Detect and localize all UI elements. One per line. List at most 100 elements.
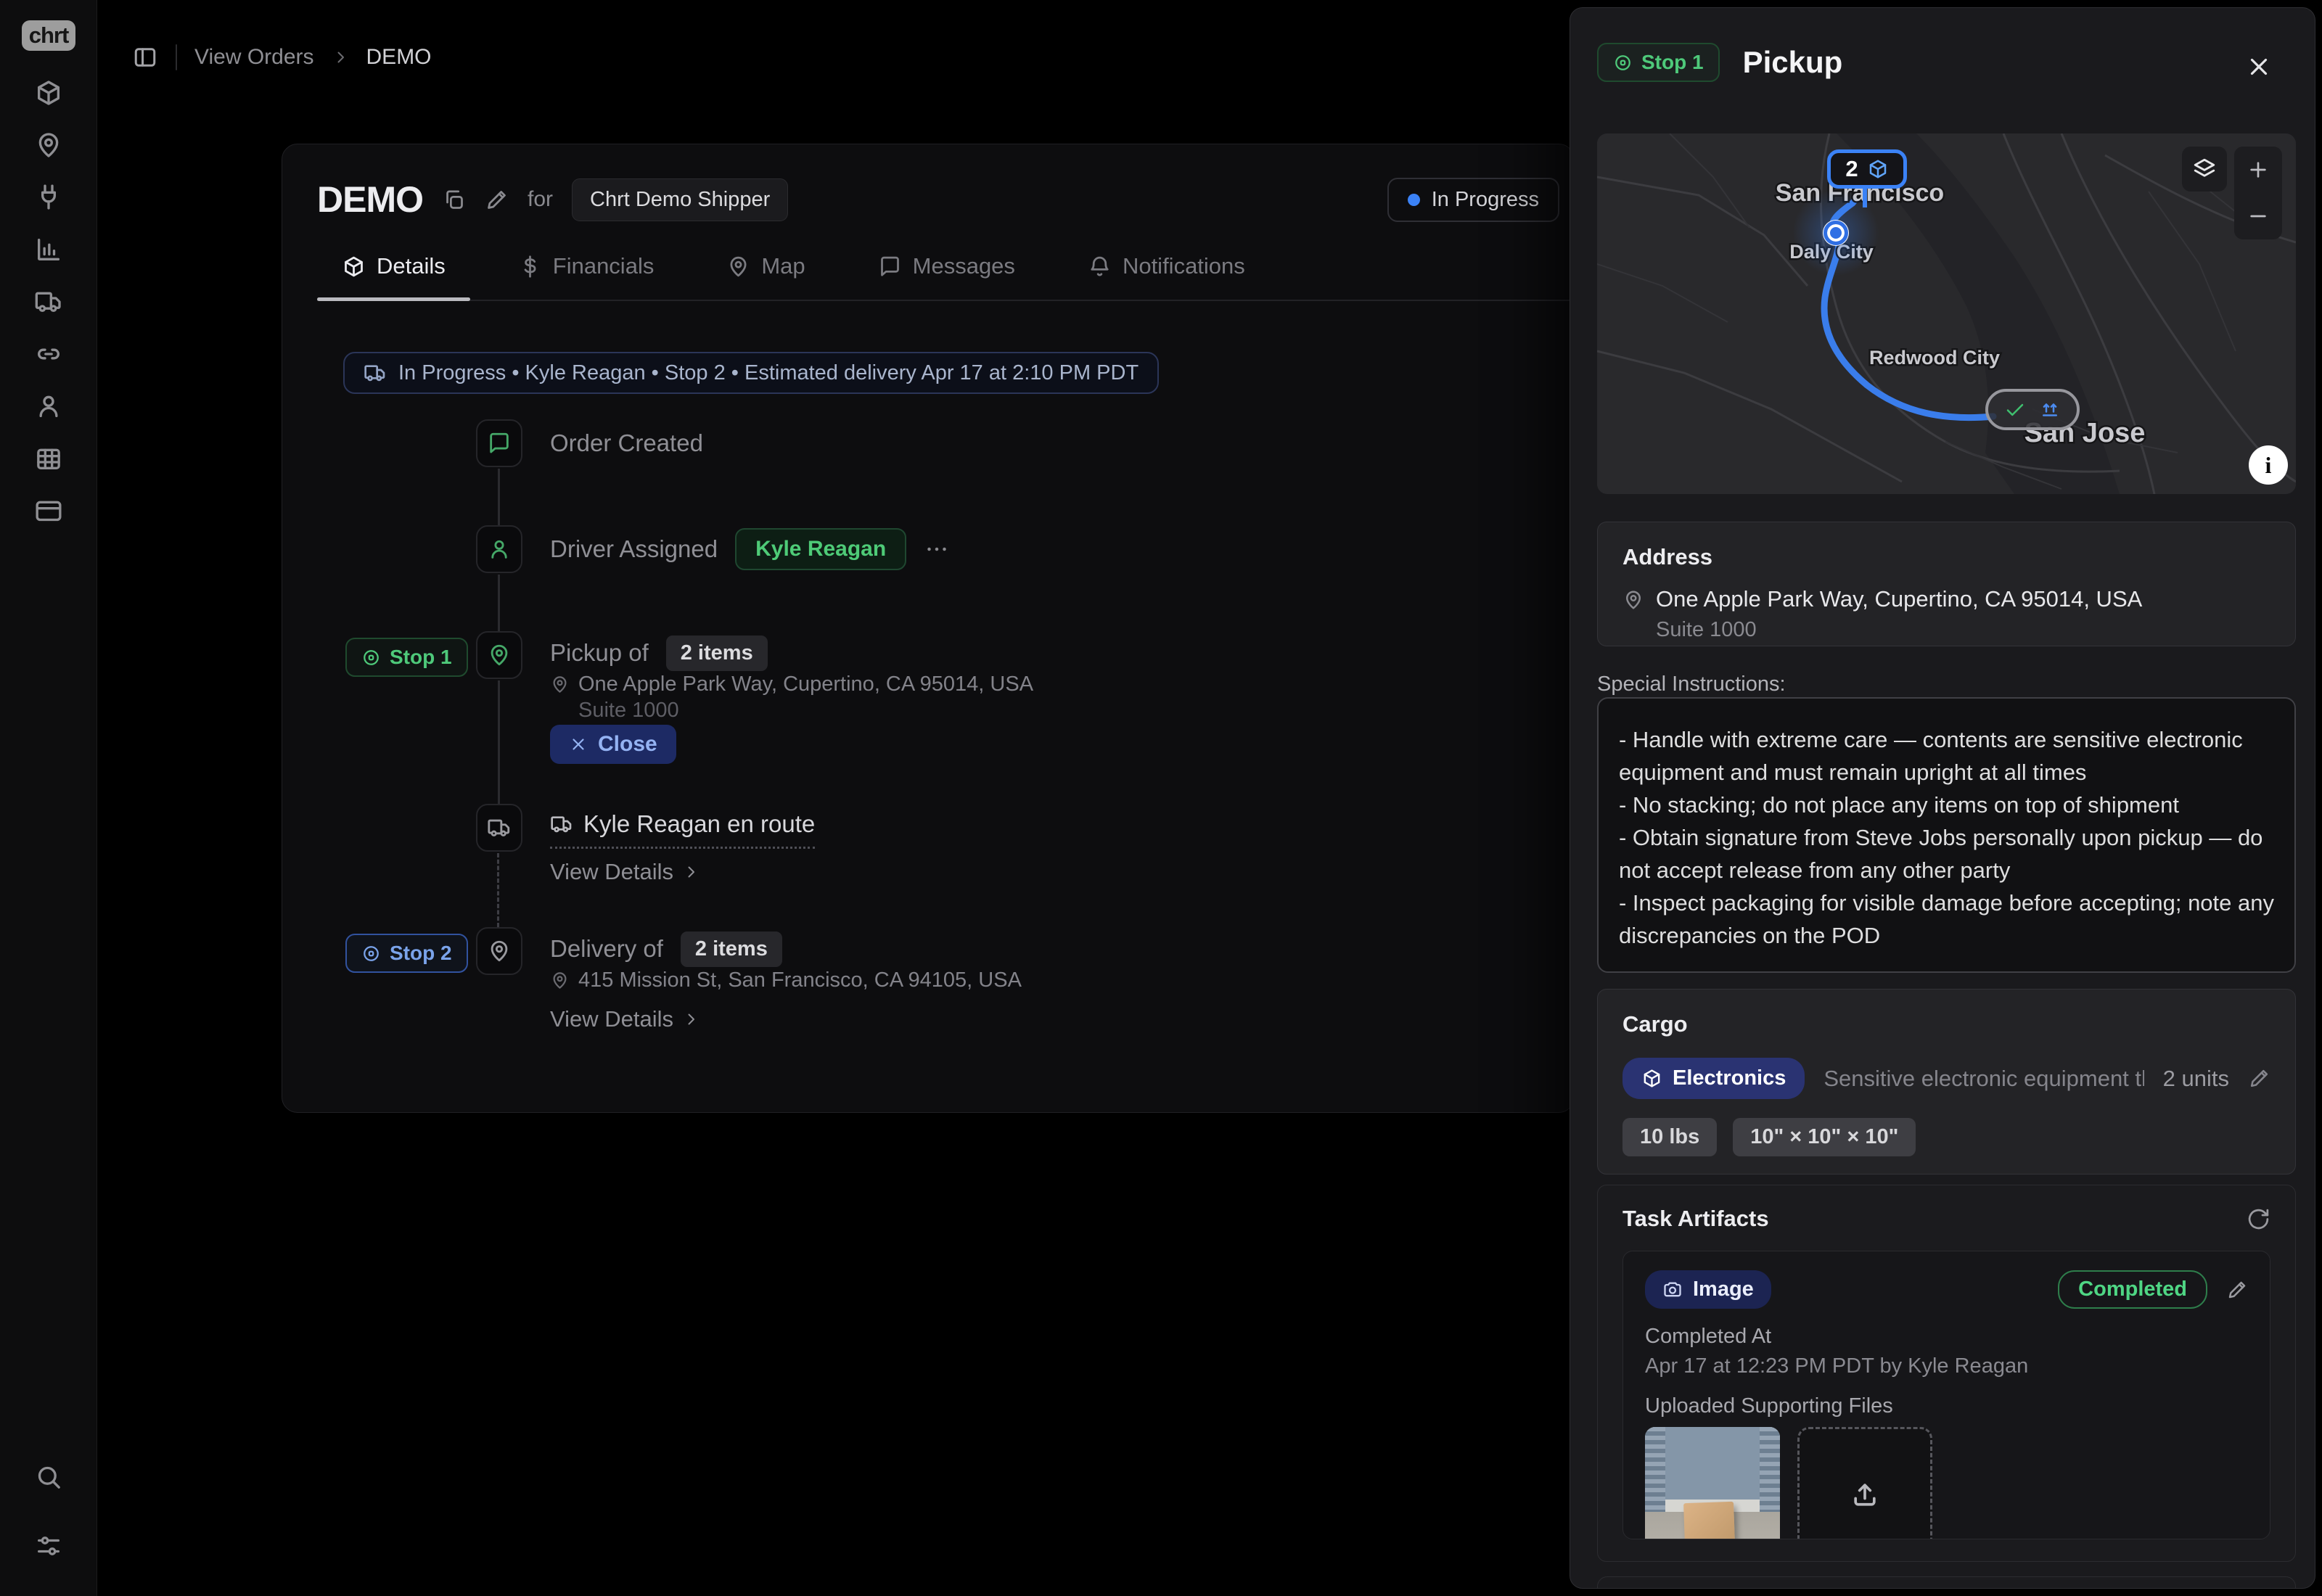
package-icon: [1641, 1068, 1662, 1089]
edit-pencil-icon[interactable]: [485, 188, 509, 212]
camera-icon: [1662, 1280, 1683, 1300]
address-card: Address One Apple Park Way, Cupertino, C…: [1597, 522, 2296, 646]
timeline-connector-dashed: [497, 853, 499, 927]
zoom-in-button[interactable]: [2234, 147, 2282, 193]
cargo-weight-badge: 10 lbs: [1622, 1118, 1717, 1156]
tab-map[interactable]: Map: [702, 253, 829, 300]
tab-notifications[interactable]: Notifications: [1063, 253, 1270, 300]
close-stop-button[interactable]: Close: [550, 725, 676, 764]
search-icon[interactable]: [34, 1463, 63, 1492]
event-label: Driver Assigned: [550, 535, 718, 563]
fleet-truck-icon[interactable]: [34, 287, 63, 316]
timeline-icon-order-created: [476, 419, 522, 467]
x-icon: [569, 735, 588, 754]
special-instructions-label: Special Instructions:: [1597, 672, 1786, 696]
chevron-right-icon: [682, 1011, 700, 1028]
map-pin-icon: [487, 643, 512, 667]
plus-icon: [2247, 158, 2270, 181]
edit-pencil-icon[interactable]: [2226, 1279, 2248, 1301]
order-summary-banner: In Progress • Kyle Reagan • Stop 2 • Est…: [343, 352, 1159, 394]
billing-card-icon[interactable]: [34, 496, 63, 525]
uploaded-photo-thumbnail[interactable]: [1645, 1427, 1780, 1539]
next-section-card: [1597, 1576, 2296, 1589]
map-pin-icon: [550, 971, 570, 990]
settings-sliders-icon[interactable]: [34, 1531, 63, 1560]
timeline-connector: [498, 575, 500, 631]
map-pin-icon: [1622, 589, 1644, 611]
stop-detail-drawer: Stop 1 Pickup S: [1570, 7, 2315, 1589]
tab-details[interactable]: Details: [317, 253, 470, 300]
truck-icon: [487, 815, 512, 840]
refresh-icon[interactable]: [2247, 1207, 2270, 1231]
cargo-units: 2 units: [2163, 1066, 2229, 1092]
cargo-dimensions-badge: 10" × 10" × 10": [1733, 1118, 1916, 1156]
view-details-link[interactable]: View Details: [550, 859, 700, 885]
timeline-icon-delivery: [476, 927, 522, 975]
event-label: Delivery of: [550, 935, 663, 963]
special-instructions-textarea[interactable]: - Handle with extreme care — contents ar…: [1597, 697, 2296, 973]
items-count-badge: 2 items: [681, 931, 782, 967]
links-icon[interactable]: [34, 340, 63, 369]
map-pin-icon: [487, 939, 512, 963]
map-info-button[interactable]: i: [2249, 445, 2288, 485]
map-layers-button[interactable]: [2182, 147, 2227, 192]
upload-file-dropzone[interactable]: [1797, 1427, 1932, 1539]
marker-count: 2: [1845, 156, 1858, 182]
integrations-plug-icon[interactable]: [34, 183, 63, 212]
view-details-link[interactable]: View Details: [550, 1006, 700, 1032]
target-icon: [361, 944, 381, 963]
cargo-description: Sensitive electronic equipment tha…: [1823, 1066, 2143, 1092]
minus-icon: [2247, 205, 2270, 228]
tab-messages[interactable]: Messages: [853, 253, 1040, 300]
target-icon: [1613, 53, 1633, 73]
cargo-title: Cargo: [1622, 1011, 2270, 1037]
tab-financials[interactable]: Financials: [493, 253, 679, 300]
orders-package-icon[interactable]: [34, 78, 63, 107]
task-artifacts-card: Task Artifacts Image Completed Completed…: [1597, 1185, 2296, 1562]
address-line1: One Apple Park Way, Cupertino, CA 95014,…: [1656, 586, 2142, 612]
more-options-icon[interactable]: [924, 536, 950, 562]
analytics-chart-icon[interactable]: [34, 235, 63, 264]
users-icon[interactable]: [34, 392, 63, 421]
address-title: Address: [1622, 544, 2270, 570]
chevron-right-icon: [682, 863, 700, 881]
pickup-address: One Apple Park Way, Cupertino, CA 95014,…: [550, 672, 1033, 696]
close-icon[interactable]: [2245, 53, 2273, 81]
package-icon: [1867, 158, 1889, 180]
map-pin-icon: [550, 675, 570, 694]
en-route-label: Kyle Reagan en route: [550, 810, 815, 849]
timeline-connector: [498, 680, 500, 804]
stop-2-badge: Stop 2: [345, 934, 468, 973]
status-dot: [1408, 194, 1420, 206]
check-icon: [2004, 399, 2026, 421]
timeline-row: Order Created: [550, 419, 703, 467]
shipper-chip[interactable]: Chrt Demo Shipper: [572, 178, 788, 221]
breadcrumb-divider: [176, 44, 177, 70]
timeline-icon-driver-assigned: [476, 525, 522, 573]
artifact-item: Image Completed Completed At Apr 17 at 1…: [1622, 1251, 2270, 1539]
sidebar-toggle-icon[interactable]: [132, 44, 158, 70]
edit-pencil-icon[interactable]: [2248, 1067, 2270, 1090]
map-zoom-control[interactable]: [2234, 147, 2282, 239]
zoom-out-button[interactable]: [2234, 193, 2282, 239]
timeline-row: Driver Assigned Kyle Reagan: [550, 525, 950, 573]
order-title: DEMO: [317, 178, 423, 221]
stop-1-badge: Stop 1: [345, 638, 468, 677]
table-grid-icon[interactable]: [34, 444, 63, 473]
app-logo[interactable]: chrt: [22, 20, 75, 51]
completed-stop-marker[interactable]: [1985, 389, 2080, 430]
event-label: Order Created: [550, 429, 703, 457]
timeline-icon-en-route: [476, 804, 522, 852]
map-label-redwood-city: Redwood City: [1869, 347, 2000, 369]
layers-icon: [2192, 157, 2217, 181]
stop-map[interactable]: San Francisco Daly City Redwood City San…: [1597, 133, 2296, 494]
completed-at-value: Apr 17 at 12:23 PM PDT by Kyle Reagan: [1645, 1354, 2248, 1378]
order-status-badge[interactable]: In Progress: [1387, 178, 1559, 222]
task-artifacts-title: Task Artifacts: [1622, 1206, 1769, 1232]
breadcrumb-view-orders[interactable]: View Orders: [194, 45, 314, 70]
pickup-map-marker[interactable]: 2: [1827, 149, 1907, 189]
copy-icon[interactable]: [442, 188, 466, 212]
timeline-connector: [498, 469, 500, 525]
locations-pin-icon[interactable]: [34, 131, 63, 160]
driver-chip[interactable]: Kyle Reagan: [735, 528, 906, 570]
